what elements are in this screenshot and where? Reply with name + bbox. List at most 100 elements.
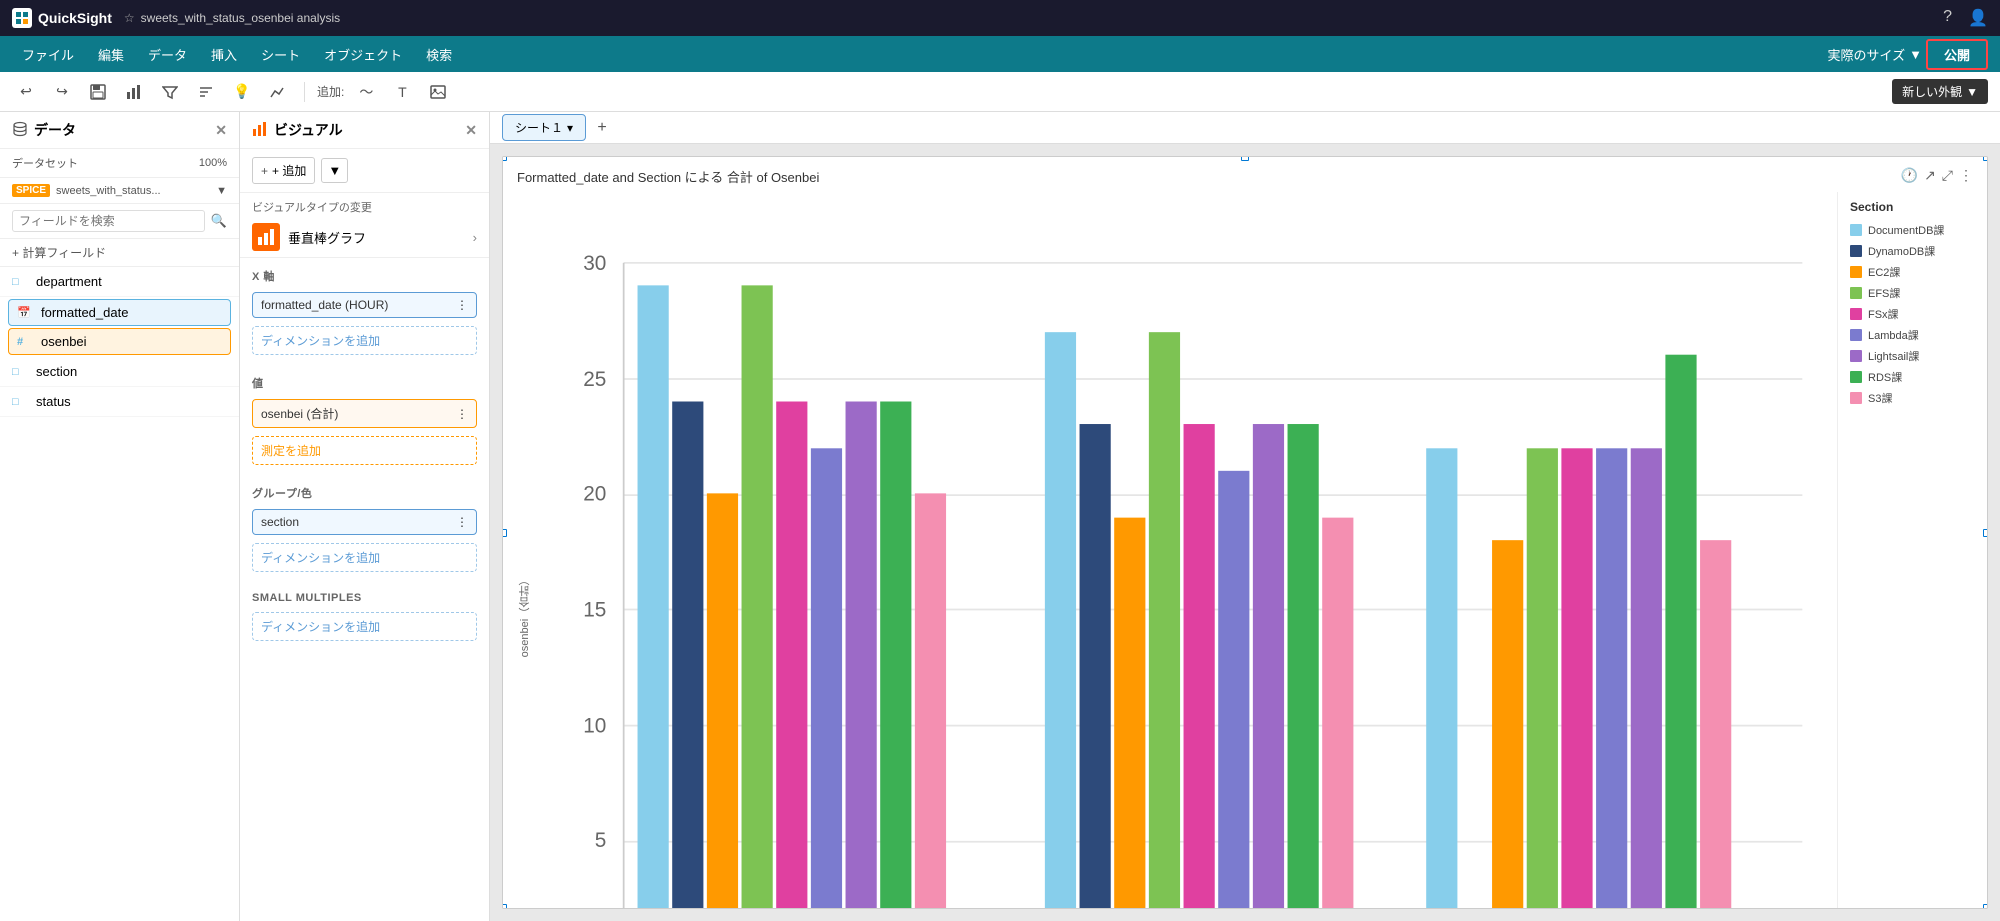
- legend-item-efs: EFS課: [1850, 285, 1965, 301]
- toolbar: ↩ ↪ 💡 追加: 〜 T: [0, 72, 2000, 112]
- publish-button[interactable]: 公開: [1926, 39, 1988, 70]
- star-icon: ☆: [124, 11, 135, 25]
- menu-object[interactable]: オブジェクト: [314, 41, 412, 68]
- visual-panel-close-icon[interactable]: ✕: [465, 122, 477, 139]
- clock-icon[interactable]: 🕐: [1901, 167, 1918, 184]
- share-icon[interactable]: ↗: [1924, 167, 1936, 184]
- svg-text:20: 20: [583, 482, 606, 505]
- calendar-icon: 📅: [17, 306, 33, 319]
- filter-icon[interactable]: [156, 78, 184, 106]
- resize-handle-top-center[interactable]: [1241, 156, 1249, 161]
- add-visual-button[interactable]: + + 追加: [252, 157, 315, 184]
- user-icon[interactable]: 👤: [1968, 8, 1988, 28]
- values-add-measure-zone[interactable]: 測定を追加: [252, 436, 477, 465]
- resize-handle-mid-left[interactable]: [502, 529, 507, 537]
- svg-text:5: 5: [595, 829, 607, 852]
- dataset-label: データセット: [12, 155, 78, 171]
- dimension-icon: □: [12, 276, 28, 288]
- legend-label: RDS課: [1868, 369, 1902, 385]
- resize-handle-mid-right[interactable]: [1983, 529, 1988, 537]
- x-add-dimension-zone[interactable]: ディメンションを追加: [252, 326, 477, 355]
- legend-item-dynamodb: DynamoDB課: [1850, 243, 1965, 259]
- menu-file[interactable]: ファイル: [12, 41, 84, 68]
- legend-item-fsx: FSx課: [1850, 306, 1965, 322]
- x-field-zone[interactable]: formatted_date (HOUR) ⋮: [252, 292, 477, 318]
- undo-button[interactable]: ↩: [12, 78, 40, 106]
- expand-icon[interactable]: ⤢: [1942, 167, 1953, 184]
- chart-type-label: 垂直棒グラフ: [288, 228, 465, 247]
- field-name: osenbei: [41, 334, 87, 349]
- visual-panel: ビジュアル ✕ + + 追加 ▼ ビジュアルタイプの変更 垂直棒グラフ: [240, 112, 490, 921]
- field-item-department[interactable]: □ department: [0, 267, 239, 297]
- legend-label: EC2課: [1868, 264, 1900, 280]
- resize-handle-bottom-left[interactable]: [502, 904, 507, 909]
- dataset-name: sweets_with_status...: [56, 185, 161, 197]
- add-dropdown-button[interactable]: ▼: [321, 158, 348, 183]
- group-add-dimension-zone[interactable]: ディメンションを追加: [252, 543, 477, 572]
- help-icon[interactable]: ?: [1943, 8, 1952, 28]
- legend-color-efs: [1850, 287, 1862, 299]
- size-selector[interactable]: 実際のサイズ ▼: [1827, 45, 1922, 64]
- search-icon[interactable]: 🔍: [211, 213, 227, 229]
- add-sheet-button[interactable]: +: [590, 116, 614, 140]
- new-look-button[interactable]: 新しい外観 ▼: [1892, 79, 1988, 104]
- add-image-icon[interactable]: [424, 78, 452, 106]
- chart-type-row[interactable]: 垂直棒グラフ ›: [240, 217, 489, 258]
- tab-dropdown-icon: ▾: [567, 121, 573, 135]
- redo-button[interactable]: ↪: [48, 78, 76, 106]
- field-item-status[interactable]: □ status: [0, 387, 239, 417]
- field-item-section[interactable]: □ section: [0, 357, 239, 387]
- save-icon[interactable]: [84, 78, 112, 106]
- main-area: データ ✕ データセット 100% SPICE sweets_with_stat…: [0, 112, 2000, 921]
- sort-icon[interactable]: [192, 78, 220, 106]
- dataset-name-row[interactable]: SPICE sweets_with_status... ▼: [0, 178, 239, 204]
- field-list: □ department 📅 formatted_date # osenbei …: [0, 267, 239, 921]
- legend-item-documentdb: DocumentDB課: [1850, 222, 1965, 238]
- field-options-icon: ⋮: [456, 298, 468, 312]
- add-btn-row: + + 追加 ▼: [240, 149, 489, 193]
- field-item-formatted-date[interactable]: 📅 formatted_date: [8, 299, 231, 326]
- menu-edit[interactable]: 編集: [88, 41, 134, 68]
- field-options-icon-2: ⋮: [456, 407, 468, 421]
- resize-handle-top-right[interactable]: [1983, 156, 1988, 161]
- menu-insert[interactable]: 挿入: [201, 41, 247, 68]
- dataset-pct: 100%: [199, 157, 227, 169]
- resize-handle-bottom-right[interactable]: [1983, 904, 1988, 909]
- menu-sheet[interactable]: シート: [251, 41, 310, 68]
- more-options-icon[interactable]: ⋮: [1959, 167, 1973, 184]
- lightbulb-icon[interactable]: 💡: [228, 78, 256, 106]
- field-item-osenbei[interactable]: # osenbei: [8, 328, 231, 355]
- chart-icon[interactable]: [120, 78, 148, 106]
- field-name: section: [36, 364, 77, 379]
- chart-body: osenbei（合計）: [503, 192, 1987, 909]
- small-multiples-add-zone[interactable]: ディメンションを追加: [252, 612, 477, 641]
- sheet-tab-1[interactable]: シート１ ▾: [502, 114, 586, 141]
- legend-color-lightsail: [1850, 350, 1862, 362]
- svg-text:15: 15: [583, 598, 606, 621]
- legend-color-fsx: [1850, 308, 1862, 320]
- field-name: status: [36, 394, 71, 409]
- field-search-input[interactable]: [12, 210, 205, 232]
- resize-handle-top-left[interactable]: [502, 156, 507, 161]
- data-icon: [12, 121, 28, 140]
- tab-title-area: ☆ sweets_with_status_osenbei analysis: [124, 11, 340, 25]
- small-multiples-label: SMALL MULTIPLES: [240, 582, 489, 608]
- calc-field-button[interactable]: + 計算フィールド: [0, 239, 239, 267]
- group-field-zone[interactable]: section ⋮: [252, 509, 477, 535]
- legend-color-rds: [1850, 371, 1862, 383]
- toolbar-separator: [304, 82, 305, 102]
- legend-label: DocumentDB課: [1868, 222, 1944, 238]
- svg-text:25: 25: [583, 368, 606, 391]
- menu-search[interactable]: 検索: [416, 41, 462, 68]
- line-chart-icon[interactable]: [264, 78, 292, 106]
- data-panel-close-icon[interactable]: ✕: [215, 122, 227, 139]
- plus-icon: +: [261, 164, 268, 178]
- sheet-tabs: シート１ ▾ +: [490, 112, 2000, 144]
- hash-icon: #: [17, 336, 33, 348]
- add-text-icon[interactable]: T: [388, 78, 416, 106]
- menu-data[interactable]: データ: [138, 41, 197, 68]
- add-line-icon[interactable]: 〜: [352, 78, 380, 106]
- dataset-dropdown-icon: ▼: [216, 185, 227, 197]
- dimension-icon-2: □: [12, 366, 28, 378]
- values-field-zone[interactable]: osenbei (合計) ⋮: [252, 399, 477, 428]
